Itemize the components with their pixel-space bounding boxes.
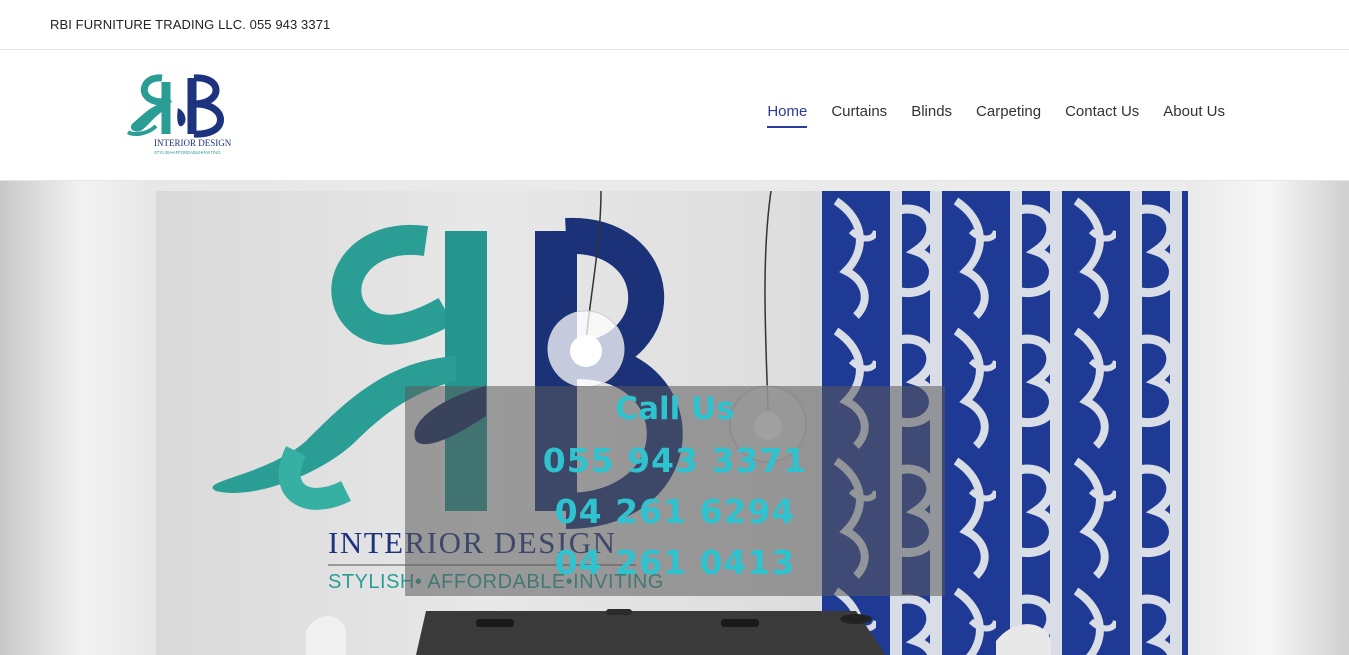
nav-blinds[interactable]: Blinds [911, 103, 952, 124]
phone-number-2[interactable]: 04 261 6294 [405, 492, 945, 531]
call-us-title: Call Us [615, 391, 735, 427]
phone-number-3[interactable]: 04 261 0413 [405, 543, 945, 582]
nav-curtains[interactable]: Curtains [831, 103, 887, 124]
phone-number-1[interactable]: 055 943 3371 [405, 441, 945, 480]
nav-about-us[interactable]: About Us [1163, 103, 1225, 124]
nav-carpeting[interactable]: Carpeting [976, 103, 1041, 124]
top-bar: RBI FURNITURE TRADING LLC. 055 943 3371 [0, 0, 1349, 50]
nav-contact-us[interactable]: Contact Us [1065, 103, 1139, 124]
main-nav: Home Curtains Blinds Carpeting Contact U… [743, 103, 1225, 128]
rbi-logo[interactable]: INTERIOR DESIGN STYLISH•AFFORDABLE•INVIT… [122, 72, 244, 160]
nav-home[interactable]: Home [767, 103, 808, 128]
site-header: INTERIOR DESIGN STYLISH•AFFORDABLE•INVIT… [0, 50, 1349, 181]
logo-tagline: STYLISH•AFFORDABLE•INVITING [154, 150, 220, 155]
hero-side-panel [1187, 181, 1349, 655]
company-info: RBI FURNITURE TRADING LLC. 055 943 3371 [50, 17, 331, 32]
call-us-box: Call Us 055 943 3371 04 261 6294 04 261 … [405, 386, 945, 596]
logo-text: INTERIOR DESIGN [154, 138, 232, 148]
hero-banner: INTERIOR DESIGN STYLISH• AFFORDABLE•INVI… [0, 181, 1349, 655]
